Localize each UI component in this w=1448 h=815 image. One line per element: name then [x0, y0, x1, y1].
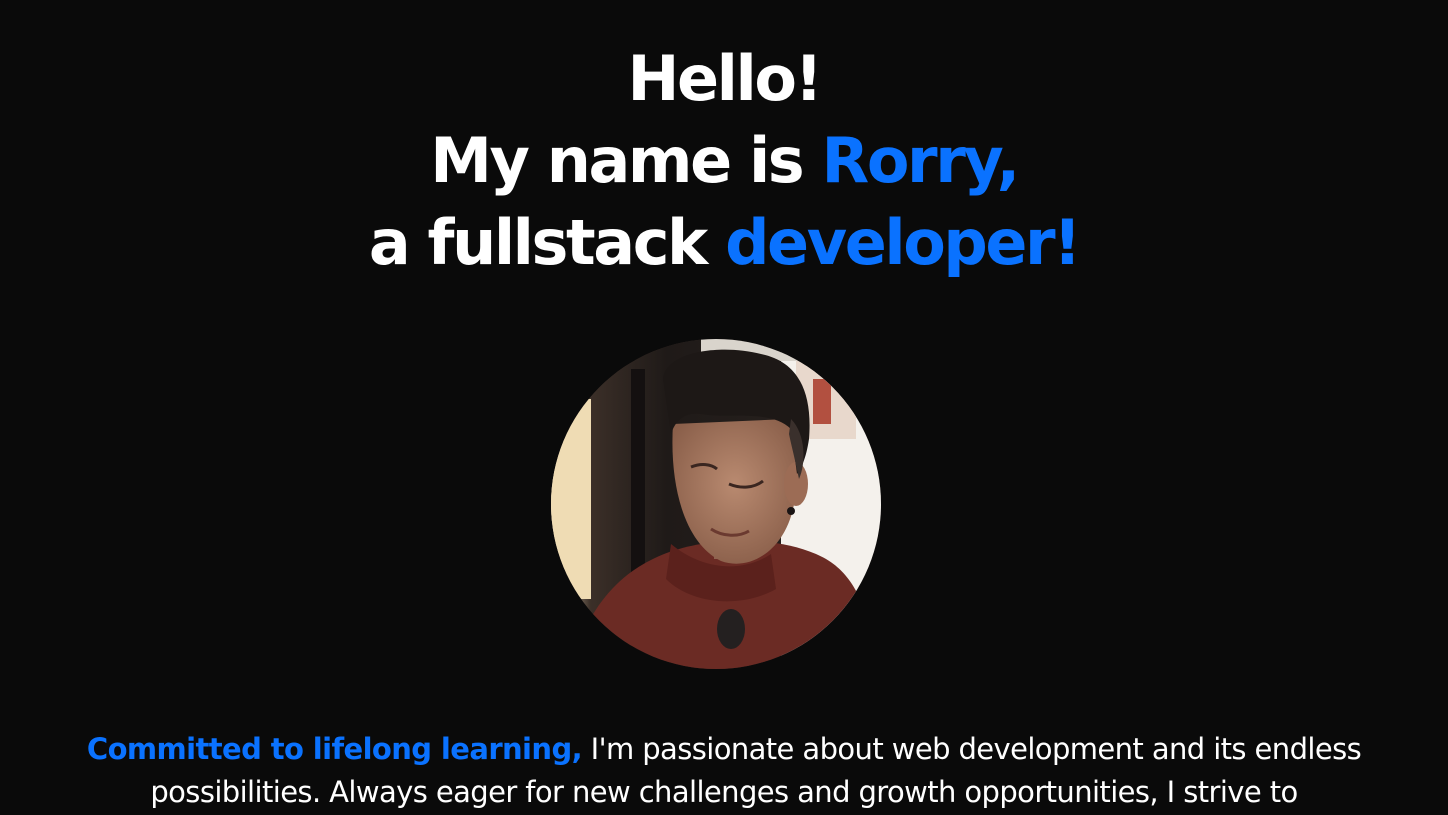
avatar-photo: [551, 339, 881, 669]
name-prefix: My name is: [430, 124, 822, 197]
role-highlight: developer!: [725, 206, 1081, 279]
greeting-line: Hello!: [0, 38, 1448, 120]
hero-heading: Hello! My name is Rorry, a fullstack dev…: [0, 38, 1448, 284]
role-prefix: a fullstack: [368, 206, 726, 279]
greeting-text: Hello!: [627, 42, 823, 115]
name-highlight: Rorry,: [821, 124, 1021, 197]
intro-lead: Committed to lifelong learning,: [86, 732, 583, 766]
name-line: My name is Rorry,: [0, 120, 1448, 202]
role-line: a fullstack developer!: [0, 202, 1448, 284]
intro-paragraph: Committed to lifelong learning, I'm pass…: [60, 728, 1388, 814]
profile-avatar: [551, 339, 881, 669]
